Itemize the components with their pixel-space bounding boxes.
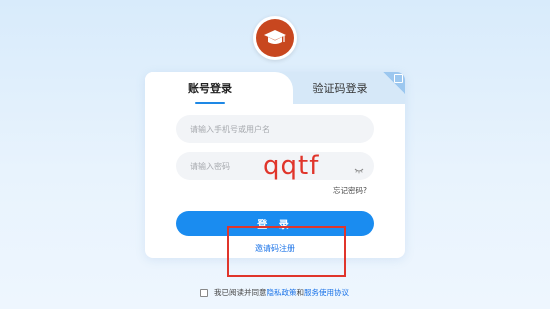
agreement-prefix: 我已阅读并同意: [214, 288, 267, 297]
overlay-annotation-text: qqtf: [263, 151, 320, 181]
tab-code-login[interactable]: 验证码登录: [285, 72, 395, 104]
app-logo: [253, 16, 297, 60]
agreement-row: 我已阅读并同意 隐私政策 和 服务使用协议: [200, 287, 349, 298]
agreement-checkbox[interactable]: [200, 288, 208, 297]
forgot-password-link[interactable]: 忘记密码?: [333, 185, 367, 196]
active-tab-indicator: [195, 102, 225, 104]
qr-glyph: [394, 74, 403, 83]
tab-account-login[interactable]: 账号登录: [145, 72, 275, 104]
username-input[interactable]: [176, 115, 374, 143]
tab-account-login-label: 账号登录: [188, 82, 232, 95]
service-agreement-link[interactable]: 服务使用协议: [304, 287, 349, 298]
annotation-highlight-box: [227, 226, 346, 277]
privacy-policy-link[interactable]: 隐私政策: [267, 287, 297, 298]
tab-code-login-label: 验证码登录: [312, 82, 368, 95]
qr-code-icon[interactable]: [383, 72, 405, 94]
eye-closed-icon[interactable]: [354, 161, 364, 174]
agreement-and: 和: [296, 288, 305, 297]
graduation-cap-icon: [256, 19, 294, 57]
